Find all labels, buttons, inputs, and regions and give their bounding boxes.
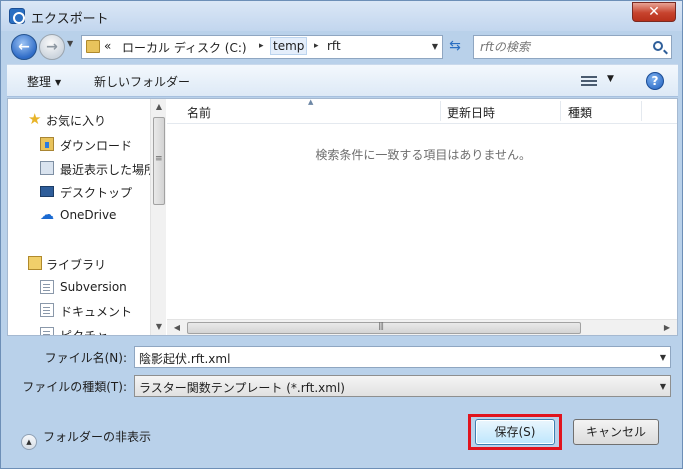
column-divider[interactable] [641,101,642,121]
column-type[interactable]: 種類 [568,104,592,121]
help-icon[interactable]: ? [646,72,664,90]
sidebar-item-downloads[interactable]: ダウンロード [8,135,150,155]
onedrive-icon: ☁ [40,207,54,223]
horizontal-scrollbar[interactable]: ◀ ▶ [167,319,677,335]
sidebar-item-label: デスクトップ [60,186,133,200]
breadcrumb-separator[interactable]: ▸ [259,41,264,51]
organize-button[interactable]: 整理 ▼ [27,73,61,90]
sidebar-item-label: ダウンロード [60,139,133,153]
forward-button[interactable]: → [39,34,65,60]
address-row: ← → ▼ « ローカル ディスク (C:) ▸ temp ▸ rft ▼ ⇆ [1,31,682,61]
breadcrumb-separator[interactable]: ▸ [314,41,319,51]
view-dropdown-icon[interactable]: ▼ [607,74,614,84]
sidebar-item-label: Subversion [60,280,127,294]
title-bar[interactable]: エクスポート ✕ [1,1,682,31]
sidebar-item-recent-places[interactable]: 最近表示した場所 [8,159,156,179]
filetype-select[interactable]: ラスター関数テンプレート (*.rft.xml) ▼ [134,375,671,397]
sidebar-item-documents[interactable]: ドキュメント [8,301,150,321]
chevron-down-icon[interactable]: ▼ [660,382,666,391]
back-button[interactable]: ← [11,34,37,60]
sidebar-item-label: ピクチャ [60,327,108,335]
hide-folders-toggle[interactable]: ▲ フォルダーの非表示 [21,428,151,450]
cancel-button[interactable]: キャンセル [573,419,659,445]
picture-library-icon [40,327,54,335]
scroll-thumb[interactable] [187,321,581,334]
breadcrumb-temp[interactable]: temp [270,37,308,55]
recent-locations-dropdown[interactable]: ▼ [67,39,73,48]
breadcrumb-local-disk[interactable]: ローカル ディスク (C:) [122,39,247,56]
navigation-scrollbar[interactable]: ▲ ▼ [150,99,166,335]
refresh-icon[interactable]: ⇆ [445,37,465,57]
sidebar-item-favorites[interactable]: ★ お気に入り [8,110,150,130]
desktop-icon [40,186,54,197]
app-icon [9,8,25,24]
search-input[interactable] [480,39,650,55]
save-button[interactable]: 保存(S) [475,419,555,445]
organize-label: 整理 [27,75,52,89]
document-library-icon [40,303,54,317]
empty-message: 検索条件に一致する項目はありません。 [315,148,531,162]
filename-field[interactable]: 陰影起伏.rft.xml ▼ [134,346,671,368]
scroll-right-icon[interactable]: ▶ [659,320,675,336]
sidebar-item-label: ドキュメント [60,305,133,319]
star-icon: ★ [28,110,42,128]
sidebar-item-onedrive[interactable]: ☁ OneDrive [8,206,150,226]
browser-area: ★ お気に入り ダウンロード 最近表示した場所 デスクトップ ☁ OneDriv… [7,98,678,336]
export-dialog: エクスポート ✕ ← → ▼ « ローカル ディスク (C:) ▸ temp ▸… [0,0,683,469]
scroll-up-icon[interactable]: ▲ [151,99,166,115]
libraries-icon [28,256,42,270]
sidebar-item-desktop[interactable]: デスクトップ [8,182,150,202]
breadcrumb-rft[interactable]: rft [327,39,341,53]
search-icon[interactable] [653,41,663,51]
scroll-left-icon[interactable]: ◀ [169,320,185,336]
breadcrumb-overflow[interactable]: « [104,39,111,53]
scroll-down-icon[interactable]: ▼ [151,319,166,335]
new-folder-button[interactable]: 新しいフォルダー [94,73,190,90]
filename-label: ファイル名(N): [44,351,127,365]
chevron-down-icon[interactable]: ▼ [660,353,666,362]
recent-places-icon [40,161,54,175]
chevron-down-icon: ▼ [55,78,62,87]
sidebar-item-label: お気に入り [46,114,107,128]
sidebar-item-subversion[interactable]: Subversion [8,278,150,298]
hide-folders-label: フォルダーの非表示 [43,430,152,444]
file-list: ▲ 名前 更新日時 種類 検索条件に一致する項目はありません。 ◀ ▶ [167,98,677,335]
column-divider[interactable] [560,101,561,121]
sort-ascending-icon: ▲ [308,98,314,106]
column-date-modified[interactable]: 更新日時 [447,104,495,121]
sidebar-item-libraries[interactable]: ライブラリ [8,254,150,274]
search-box[interactable] [473,35,672,59]
close-button[interactable]: ✕ [632,2,676,22]
folder-icon [86,40,100,53]
collapse-up-icon: ▲ [21,434,37,450]
view-options-icon[interactable] [581,74,597,86]
downloads-folder-icon [40,137,54,151]
address-dropdown-icon[interactable]: ▼ [432,42,438,51]
column-header: ▲ 名前 更新日時 種類 [167,98,677,124]
toolbar: 整理 ▼ 新しいフォルダー ▼ ? [7,64,678,97]
column-name[interactable]: 名前 [187,104,211,121]
column-divider[interactable] [440,101,441,121]
document-library-icon [40,280,54,294]
filetype-label: ファイルの種類(T): [22,380,127,394]
sidebar-item-label: 最近表示した場所 [60,163,157,177]
navigation-pane: ★ お気に入り ダウンロード 最近表示した場所 デスクトップ ☁ OneDriv… [8,99,166,335]
filetype-value[interactable]: ラスター関数テンプレート (*.rft.xml) [139,379,345,396]
sidebar-item-label: OneDrive [60,208,117,222]
address-bar[interactable]: « ローカル ディスク (C:) ▸ temp ▸ rft ▼ [81,35,443,59]
sidebar-item-label: ライブラリ [46,258,107,272]
sidebar-item-pictures[interactable]: ピクチャ [8,325,150,335]
filename-value[interactable]: 陰影起伏.rft.xml [139,350,230,367]
scroll-thumb[interactable] [153,117,165,205]
window-title: エクスポート [31,12,109,27]
